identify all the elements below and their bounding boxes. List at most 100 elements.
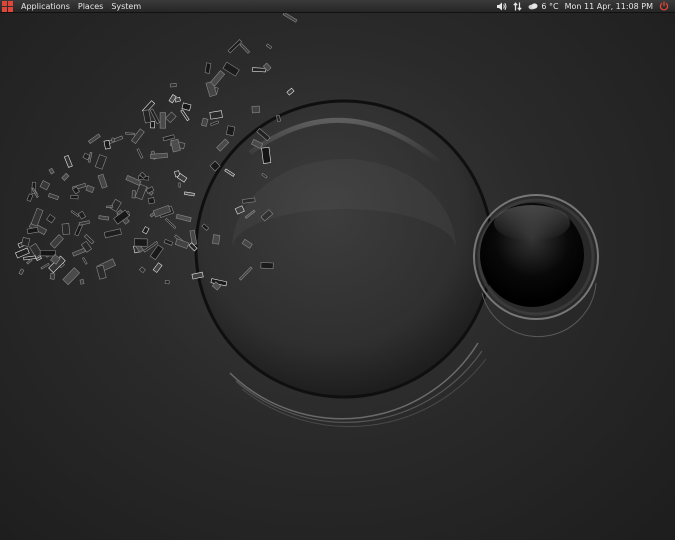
glass-shard bbox=[174, 238, 190, 249]
glass-shard bbox=[49, 272, 56, 280]
glass-shard bbox=[222, 61, 240, 77]
glass-shard bbox=[178, 182, 181, 188]
glass-shard bbox=[30, 207, 44, 227]
menu-places[interactable]: Places bbox=[74, 0, 107, 13]
glass-shard bbox=[39, 180, 51, 191]
glass-shard bbox=[227, 39, 243, 54]
wallpaper-art bbox=[15, 13, 599, 428]
glass-shard bbox=[286, 87, 295, 96]
glass-shard bbox=[15, 247, 30, 259]
glass-shard bbox=[82, 257, 88, 265]
power-icon[interactable] bbox=[656, 1, 672, 11]
glass-shard bbox=[23, 255, 37, 261]
system-tray: 6 °C Mon 11 Apr, 11:08 PM bbox=[494, 0, 675, 13]
glass-shard bbox=[94, 154, 107, 170]
glass-shard bbox=[134, 183, 148, 201]
glass-shard bbox=[164, 279, 170, 285]
glass-shard bbox=[106, 205, 114, 208]
glass-shard bbox=[61, 172, 70, 182]
glass-shard bbox=[239, 43, 251, 54]
volume-icon[interactable] bbox=[494, 2, 510, 11]
glass-shard bbox=[251, 105, 260, 114]
menu-system[interactable]: System bbox=[107, 0, 145, 13]
glass-shard bbox=[40, 262, 50, 270]
glass-shard bbox=[209, 110, 223, 120]
glass-shard bbox=[175, 213, 192, 223]
glass-shard bbox=[168, 94, 177, 104]
glass-shard bbox=[46, 213, 56, 224]
glass-shard bbox=[70, 210, 80, 217]
glass-shard bbox=[210, 70, 226, 87]
glass-shard bbox=[74, 223, 83, 237]
glass-shard bbox=[78, 220, 90, 226]
glass-shard bbox=[150, 152, 168, 159]
glass-shard bbox=[103, 139, 111, 150]
glass-shard bbox=[184, 191, 195, 197]
glass-shard bbox=[200, 117, 209, 127]
glass-shard bbox=[63, 154, 73, 168]
glass-shard bbox=[162, 134, 175, 142]
glass-shard bbox=[216, 138, 230, 152]
glass-shard bbox=[225, 125, 236, 137]
glass-shard bbox=[87, 133, 101, 144]
temperature-label: 6 °C bbox=[541, 1, 559, 11]
glass-shard bbox=[260, 262, 274, 270]
glass-shard bbox=[26, 193, 34, 202]
glass-shard bbox=[165, 111, 177, 124]
glass-shard bbox=[152, 262, 163, 273]
glass-shard bbox=[98, 215, 110, 221]
glass-shard bbox=[142, 109, 152, 124]
glass-shard bbox=[85, 184, 95, 193]
glass-shard bbox=[39, 250, 56, 257]
top-panel: Applications Places System 6 °C Mon 11 A… bbox=[0, 0, 675, 13]
glass-shard bbox=[139, 266, 146, 274]
glass-shard bbox=[77, 210, 87, 220]
applications-logo-icon[interactable] bbox=[2, 0, 13, 12]
glass-shard bbox=[212, 234, 221, 245]
small-black-sphere bbox=[473, 194, 599, 338]
glass-shard bbox=[109, 198, 122, 212]
glass-shard bbox=[265, 43, 273, 50]
glass-shard bbox=[169, 82, 177, 88]
glass-shard bbox=[97, 173, 108, 189]
glass-shard bbox=[79, 279, 85, 285]
large-glass-sphere bbox=[194, 99, 494, 428]
glass-shard bbox=[136, 148, 144, 159]
panel-menus: Applications Places System bbox=[0, 0, 145, 13]
glass-shard bbox=[282, 13, 298, 23]
glass-shard bbox=[204, 62, 212, 74]
glass-shard bbox=[210, 120, 220, 127]
glass-shard bbox=[26, 226, 39, 235]
glass-shard bbox=[61, 223, 71, 236]
clock[interactable]: Mon 11 Apr, 11:08 PM bbox=[562, 0, 656, 13]
glass-shard bbox=[165, 218, 177, 230]
glass-shard bbox=[147, 197, 156, 205]
glass-shard bbox=[181, 102, 192, 111]
glass-shard bbox=[261, 146, 272, 164]
glass-shard bbox=[180, 109, 190, 122]
glass-shard bbox=[142, 226, 150, 235]
weather-widget[interactable]: 6 °C bbox=[525, 0, 561, 13]
glass-shard bbox=[133, 238, 148, 247]
glass-shard bbox=[47, 192, 60, 201]
glass-shard bbox=[131, 128, 145, 144]
glass-shard bbox=[251, 67, 267, 73]
glass-shard bbox=[103, 228, 122, 239]
glass-shard bbox=[71, 247, 86, 257]
glass-shard bbox=[21, 236, 31, 247]
desktop-wallpaper bbox=[0, 13, 675, 540]
glass-shard bbox=[170, 138, 181, 153]
glass-shard bbox=[150, 121, 155, 129]
weather-icon bbox=[528, 3, 538, 10]
glass-shard bbox=[159, 112, 166, 129]
menu-applications[interactable]: Applications bbox=[17, 0, 74, 13]
glass-shard bbox=[125, 132, 136, 136]
glass-shard bbox=[18, 268, 25, 276]
glass-shard bbox=[163, 239, 174, 246]
network-icon[interactable] bbox=[510, 1, 525, 11]
glass-shard bbox=[62, 267, 80, 286]
glass-shard bbox=[49, 234, 64, 249]
glass-shard bbox=[48, 167, 55, 175]
glass-shard bbox=[111, 137, 116, 143]
glass-shard bbox=[70, 194, 79, 200]
